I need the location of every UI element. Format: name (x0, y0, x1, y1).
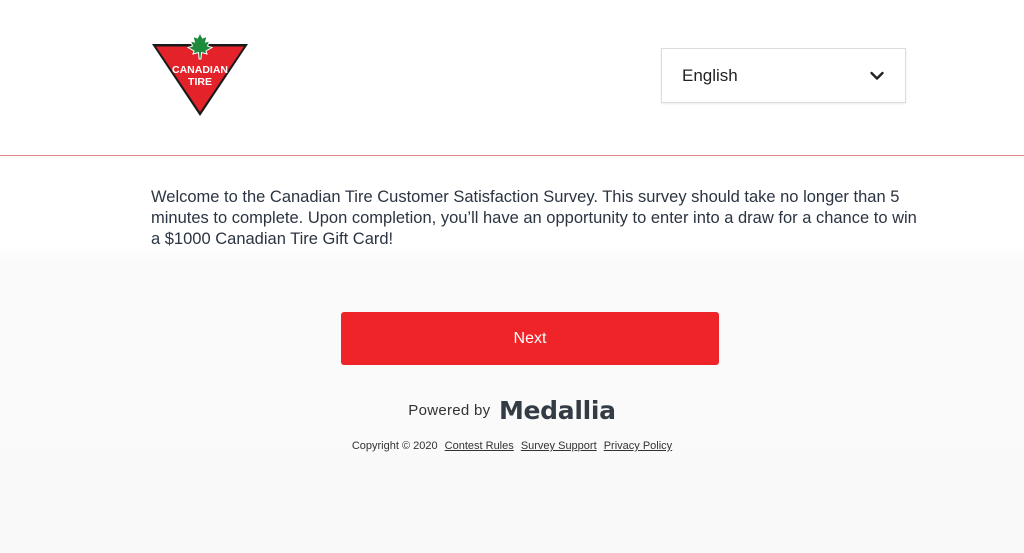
powered-by: Powered by Medallia (0, 396, 1024, 425)
welcome-text: Welcome to the Canadian Tire Customer Sa… (151, 188, 917, 248)
page-header: CANADIAN TIRE English (0, 0, 1024, 156)
logo-text-line1: CANADIAN (172, 64, 228, 76)
contest-rules-link[interactable]: Contest Rules (445, 440, 514, 452)
powered-by-label: Powered by (408, 402, 491, 419)
chevron-down-icon (870, 71, 884, 80)
privacy-policy-link[interactable]: Privacy Policy (604, 440, 672, 452)
language-select-value: English (682, 66, 738, 85)
medallia-logo: Medallia (498, 396, 616, 425)
language-select[interactable]: English (661, 48, 906, 103)
footer: Copyright © 2020 Contest Rules Survey Su… (0, 440, 1024, 452)
logo-text-line2: TIRE (188, 76, 212, 88)
canadian-tire-logo: CANADIAN TIRE (152, 32, 248, 116)
survey-support-link[interactable]: Survey Support (521, 440, 597, 452)
copyright-text: Copyright © 2020 (351, 440, 438, 452)
survey-main: Welcome to the Canadian Tire Customer Sa… (0, 156, 1024, 553)
next-button[interactable]: Next (341, 312, 719, 365)
